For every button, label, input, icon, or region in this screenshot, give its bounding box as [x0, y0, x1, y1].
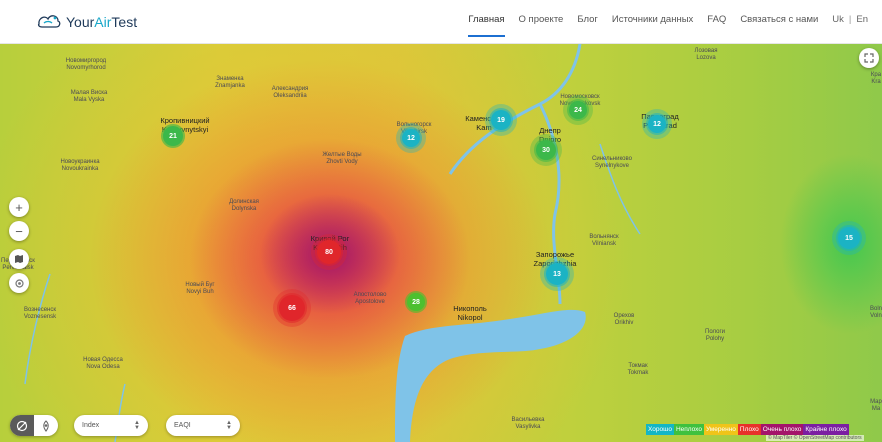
station-aqi-value: 28: [407, 293, 425, 311]
lang-en[interactable]: En: [856, 14, 868, 31]
map-bottom-controls: Index ▲ ▼ EAQI ▲ ▼: [10, 415, 240, 436]
zoom-out-button[interactable]: −: [9, 221, 29, 241]
heatmap-mode-button[interactable]: [10, 415, 34, 436]
legend-item: Плохо: [737, 424, 761, 435]
place-label: Кра Kra: [870, 72, 882, 85]
select-arrows-icon: ▲ ▼: [226, 419, 232, 431]
stations-icon: [43, 419, 49, 432]
nav-blog[interactable]: Блог: [577, 14, 598, 31]
map-layers-button[interactable]: [9, 249, 29, 269]
index-select[interactable]: Index ▲ ▼: [74, 415, 148, 436]
legend-item: Хорошо: [646, 424, 674, 435]
station-marker[interactable]: 28: [405, 291, 427, 313]
map-attribution[interactable]: © MapTiler © OpenStreetMap contributors: [766, 435, 864, 441]
zoom-in-button[interactable]: +: [9, 197, 29, 217]
station-marker[interactable]: 15: [832, 221, 866, 255]
legend-item: Крайне плохо: [803, 424, 849, 435]
lang-uk[interactable]: Uk: [832, 14, 844, 31]
aqi-legend: Хорошо Неплохо Умеренно Плохо Очень плохо Кра…: [646, 424, 849, 435]
station-aqi-value: 12: [402, 129, 420, 147]
station-marker[interactable]: 30: [530, 134, 562, 166]
place-label: Орехов Orikhiv: [613, 313, 635, 326]
place-label: Александрия Oleksandriia: [271, 86, 309, 99]
nav-home[interactable]: Главная: [468, 14, 505, 37]
logo[interactable]: YourAirTest: [36, 12, 137, 32]
station-aqi-value: 19: [491, 110, 511, 130]
legend-item: Очень плохо: [760, 424, 804, 435]
heatmap-icon: [16, 420, 28, 431]
fullscreen-button[interactable]: [859, 48, 879, 68]
station-marker[interactable]: 12: [642, 109, 672, 139]
place-label: Новоукраинка Novoukrainka: [60, 159, 100, 172]
place-label: Никополь Nikopol: [453, 304, 487, 322]
location-button[interactable]: [9, 273, 29, 293]
place-label: Желтые Воды Zhovti Vody: [322, 152, 362, 165]
place-label: Малая Виска Mala Vyska: [70, 90, 108, 103]
place-label: Map Ma: [870, 399, 882, 412]
nav-contact[interactable]: Связаться с нами: [740, 14, 818, 31]
station-aqi-value: 66: [279, 295, 305, 321]
place-label: Токмак Tokmak: [627, 363, 649, 376]
place-label: Лозовая Lozova: [694, 48, 718, 61]
station-aqi-value: 13: [546, 263, 568, 285]
station-aqi-value: 80: [317, 240, 341, 264]
logo-text-suffix: Test: [111, 14, 138, 30]
top-navbar: YourAirTest Главная О проекте Блог Источ…: [0, 0, 882, 44]
place-label: Новый Буг Novyi Buh: [185, 282, 215, 295]
river-layer: [24, 44, 641, 442]
map-mode-toggle: [10, 415, 58, 436]
station-aqi-value: 24: [569, 101, 587, 119]
logo-text-accent: Air: [94, 14, 112, 30]
station-aqi-value: 12: [648, 115, 666, 133]
legend-item: Умеренно: [703, 424, 738, 435]
select-arrows-icon: ▲ ▼: [134, 419, 140, 431]
locate-icon: [14, 278, 24, 288]
station-aqi-value: 21: [163, 126, 183, 146]
nav-faq[interactable]: FAQ: [707, 14, 726, 31]
place-label: Апостолово Apostolove: [353, 292, 387, 305]
lang-separator: |: [848, 14, 852, 25]
station-marker[interactable]: 66: [273, 289, 311, 327]
nav-about[interactable]: О проекте: [519, 14, 564, 31]
station-marker[interactable]: 12: [396, 123, 426, 153]
station-aqi-value: 30: [536, 140, 556, 160]
fullscreen-icon: [864, 53, 874, 63]
station-marker[interactable]: 19: [485, 104, 517, 136]
legend-item: Неплохо: [673, 424, 704, 435]
place-label: Пологи Polohy: [705, 329, 725, 342]
eaqi-select[interactable]: EAQI ▲ ▼: [166, 415, 240, 436]
nav-data-sources[interactable]: Источники данных: [612, 14, 693, 31]
station-aqi-value: 15: [838, 227, 860, 249]
eaqi-select-value: EAQI: [174, 422, 191, 429]
place-label: Воln Voln: [869, 306, 882, 319]
place-label: Синельниково Synelnykove: [592, 156, 632, 169]
place-label: Вольнянск Vilniansk: [589, 234, 619, 247]
place-label: Новая Одесса Nova Odesa: [83, 357, 123, 370]
place-label: Новомиргород Novomyrhorod: [65, 58, 107, 71]
index-select-value: Index: [82, 422, 100, 429]
place-label: Знаменка Znamjanka: [215, 76, 245, 89]
logo-icon: [37, 15, 61, 28]
station-marker[interactable]: 21: [161, 124, 185, 148]
language-switcher: Uk | En: [832, 14, 868, 31]
station-marker[interactable]: 13: [540, 257, 574, 291]
logo-text-prefix: Your: [66, 14, 95, 30]
air-quality-map[interactable]: Новомиргород Novomyrhorod Малая Виска Mala …: [0, 44, 882, 442]
main-nav: Главная О проекте Блог Источники данных …: [468, 14, 868, 37]
station-marker[interactable]: 80: [311, 234, 347, 270]
place-label: Долинская Dolynska: [229, 199, 259, 212]
place-label: Васильевка Vasylivka: [511, 417, 545, 430]
place-label: Вознесенск Voznesensk: [23, 307, 57, 320]
station-marker[interactable]: 24: [563, 95, 593, 125]
map-icon: [15, 255, 23, 263]
stations-mode-button[interactable]: [34, 415, 58, 436]
